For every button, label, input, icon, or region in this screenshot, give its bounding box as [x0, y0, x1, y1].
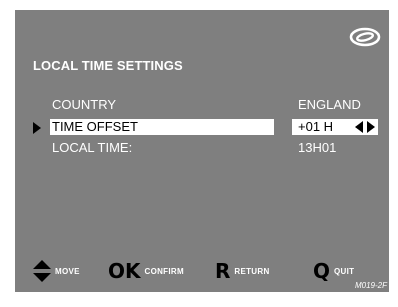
quit-label: QUIT	[334, 266, 355, 276]
setting-label: COUNTRY	[52, 97, 117, 112]
return-control[interactable]: R RETURN	[215, 260, 270, 282]
figure-code: M019-2F	[354, 281, 387, 290]
move-label: MOVE	[55, 266, 80, 276]
r-key-icon: R	[215, 259, 231, 283]
left-right-arrows-icon[interactable]	[355, 121, 375, 133]
settings-screen: LOCAL TIME SETTINGS COUNTRY ENGLAND TIME…	[15, 10, 389, 292]
confirm-label: CONFIRM	[144, 266, 184, 276]
selection-pointer-icon	[33, 122, 41, 134]
eye-logo-icon	[349, 27, 381, 47]
control-legend: MOVE OK CONFIRM R RETURN Q QUIT	[15, 260, 389, 282]
setting-row-country[interactable]: COUNTRY ENGLAND	[15, 97, 389, 113]
move-control[interactable]: MOVE	[33, 260, 80, 282]
setting-row-time-offset[interactable]: TIME OFFSET +01 H	[15, 119, 389, 135]
q-key-icon: Q	[313, 259, 331, 283]
setting-value: +01 H	[298, 119, 334, 134]
return-label: RETURN	[234, 266, 270, 276]
page-title: LOCAL TIME SETTINGS	[33, 58, 183, 73]
setting-value: ENGLAND	[298, 97, 361, 112]
time-offset-value-field[interactable]: +01 H	[292, 119, 378, 135]
setting-label: TIME OFFSET	[50, 119, 274, 135]
setting-row-local-time: LOCAL TIME: 13H01	[15, 140, 389, 156]
quit-control[interactable]: Q QUIT	[313, 260, 354, 282]
up-down-arrows-icon	[33, 260, 51, 282]
setting-value: 13H01	[298, 140, 337, 155]
setting-label: LOCAL TIME:	[52, 140, 133, 155]
confirm-control[interactable]: OK CONFIRM	[108, 260, 184, 282]
ok-key-icon: OK	[108, 259, 141, 283]
